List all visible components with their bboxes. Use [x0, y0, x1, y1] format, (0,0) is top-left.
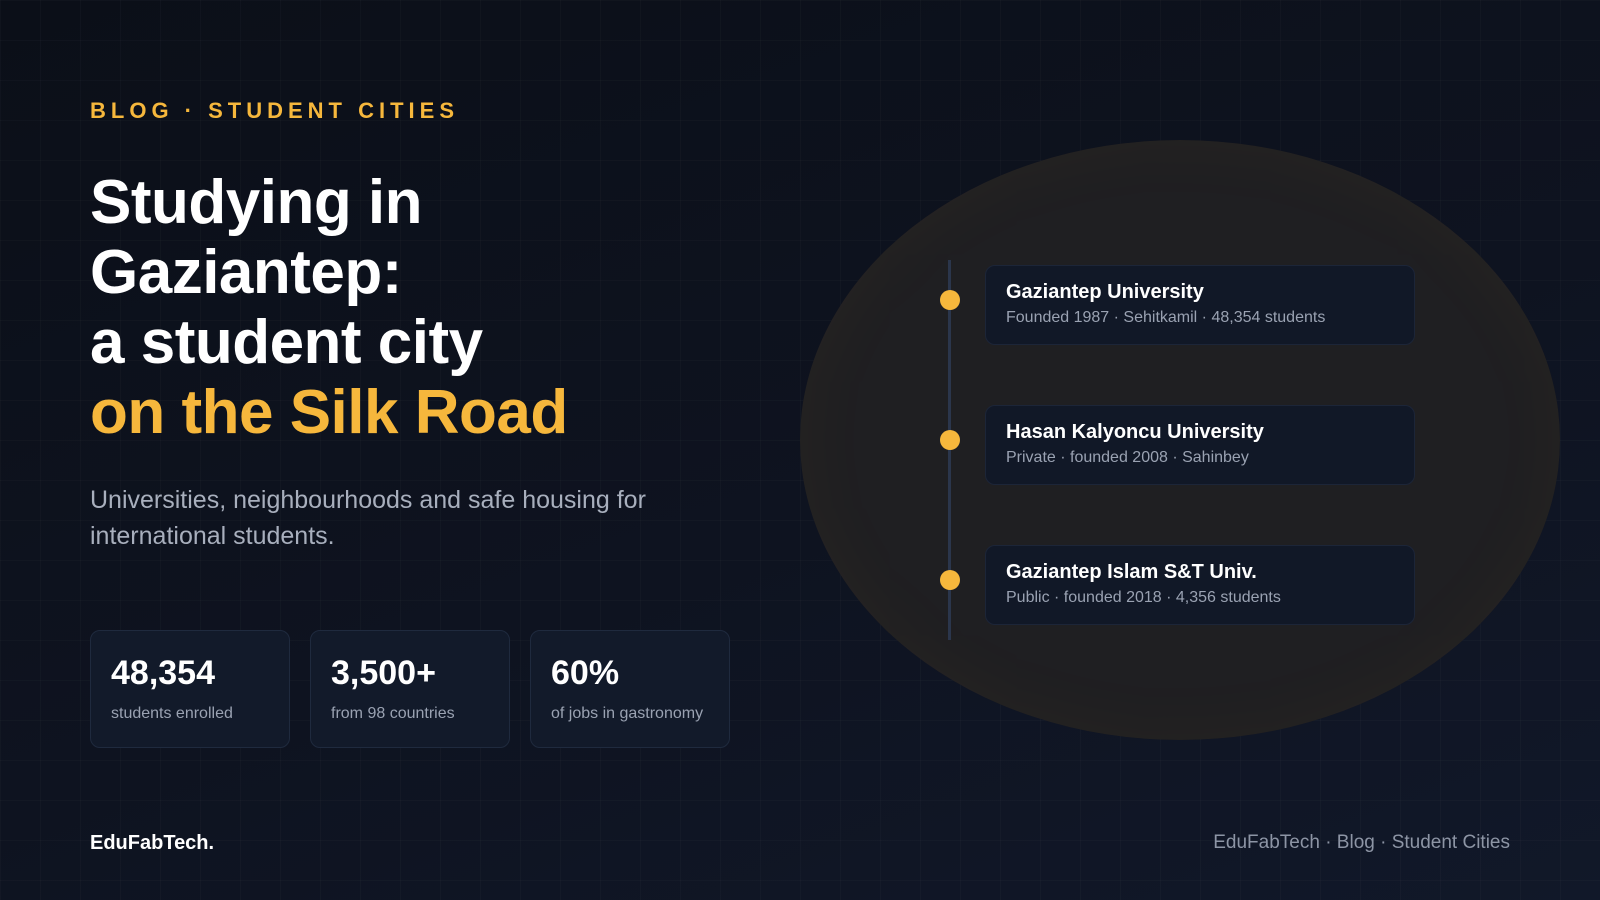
timeline-dot — [940, 430, 960, 450]
title-line-2: Gaziantep: — [90, 238, 402, 307]
university-card-islam-st: Gaziantep Islam S&T Univ. Public · found… — [985, 545, 1415, 625]
university-name: Gaziantep Islam S&T Univ. — [1006, 561, 1257, 583]
stat-value: 60% — [551, 654, 620, 692]
university-meta: Founded 1987 · Sehitkamil · 48,354 stude… — [1006, 309, 1326, 326]
stat-value: 3,500+ — [331, 654, 436, 692]
subtitle: Universities, neighbourhoods and safe ho… — [90, 486, 646, 550]
university-card-hasan-kalyoncu: Hasan Kalyoncu University Private · foun… — [985, 405, 1415, 485]
university-meta: Public · founded 2018 · 4,356 students — [1006, 589, 1281, 606]
page-title: Studying in Gaziantep: a student city on… — [90, 168, 568, 448]
university-name: Gaziantep University — [1006, 281, 1204, 303]
title-line-1: Studying in — [90, 168, 423, 237]
timeline-dot — [940, 570, 960, 590]
eyebrow-label: BLOG · STUDENT CITIES — [90, 98, 459, 123]
stats-row: 48,354 students enrolled 3,500+ from 98 … — [90, 630, 730, 748]
title-line-4-accent: on the Silk Road — [90, 378, 568, 447]
title-line-3: a student city — [90, 308, 483, 377]
stat-card-gastronomy: 60% of jobs in gastronomy — [530, 630, 730, 748]
breadcrumb: EduFabTech · Blog · Student Cities — [1213, 832, 1510, 853]
stat-value: 48,354 — [111, 654, 215, 692]
stat-card-students: 48,354 students enrolled — [90, 630, 290, 748]
brand-logo-text: EduFabTech. — [90, 832, 215, 854]
stat-label: students enrolled — [111, 705, 233, 722]
stat-label: of jobs in gastronomy — [551, 705, 704, 722]
university-card-gaziantep: Gaziantep University Founded 1987 · Sehi… — [985, 265, 1415, 345]
stat-card-countries: 3,500+ from 98 countries — [310, 630, 510, 748]
slide: BLOG · STUDENT CITIES Studying in Gazian… — [0, 0, 1600, 900]
stat-label: from 98 countries — [331, 705, 455, 722]
university-name: Hasan Kalyoncu University — [1006, 421, 1264, 443]
timeline-dot — [940, 290, 960, 310]
university-meta: Private · founded 2008 · Sahinbey — [1006, 449, 1249, 466]
